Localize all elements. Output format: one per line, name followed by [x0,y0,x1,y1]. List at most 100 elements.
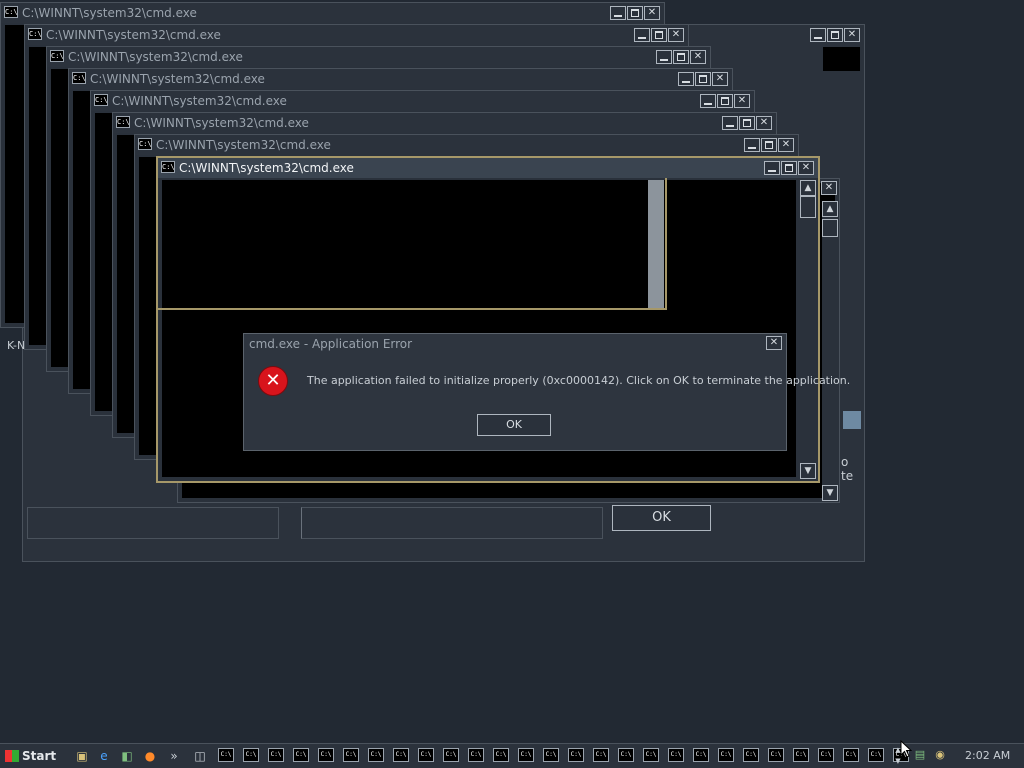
maximize-button[interactable] [717,94,733,108]
taskbar-cmd-button[interactable]: C:\ [843,748,859,762]
title-bar[interactable]: C:\ C:\WINNT\system32\cmd.exe ✕ [47,47,710,67]
minimize-button[interactable] [656,50,672,64]
taskbar-cmd-button[interactable]: C:\ [468,748,484,762]
close-icon[interactable]: ✕ [734,94,750,108]
close-icon[interactable]: ✕ [668,28,684,42]
internet-explorer-icon[interactable]: e [96,748,112,764]
maximize-button[interactable] [827,28,843,42]
taskbar-cmd-button[interactable]: C:\ [443,748,459,762]
network-icon[interactable]: ▤ [912,747,928,763]
taskbar-cmd-button[interactable]: C:\ [693,748,709,762]
ok-button[interactable]: OK [477,414,551,436]
taskbar-cmd-button[interactable]: C:\ [518,748,534,762]
scrollbar[interactable] [822,217,838,487]
close-icon[interactable]: ✕ [756,116,772,130]
close-icon[interactable]: ✕ [778,138,794,152]
taskbar-cmd-button[interactable]: C:\ [793,748,809,762]
taskbar-cmd-button[interactable]: C:\ [643,748,659,762]
taskbar-cmd-button[interactable]: C:\ [268,748,284,762]
scrollbar-thumb[interactable] [822,219,838,237]
minimize-button[interactable] [678,72,694,86]
taskbar-cmd-button[interactable]: C:\ [718,748,734,762]
inner-console-scrollbar[interactable] [648,180,664,310]
taskbar-cmd-button[interactable]: C:\ [668,748,684,762]
title-bar[interactable]: C:\ C:\WINNT\system32\cmd.exe ✕ [25,25,688,45]
scrollbar[interactable] [800,196,816,458]
taskbar-cmd-button[interactable]: C:\ [593,748,609,762]
taskbar-cmd-button[interactable]: C:\ [568,748,584,762]
taskbar-cmd-button[interactable]: C:\ [343,748,359,762]
close-icon[interactable]: ✕ [690,50,706,64]
maximize-button[interactable] [781,161,797,175]
firefox-icon[interactable]: ● [142,748,158,764]
taskbar-cmd-button[interactable]: C:\ [618,748,634,762]
maximize-button[interactable] [651,28,667,42]
quicklaunch-chevron[interactable]: » [166,748,182,764]
start-button[interactable]: Start [2,747,60,765]
title-bar[interactable]: C:\ C:\WINNT\system32\cmd.exe ✕ [1,3,664,23]
maximize-button[interactable] [673,50,689,64]
taskbar-cmd-button[interactable]: C:\ [768,748,784,762]
taskbar-cmd-button[interactable]: C:\ [743,748,759,762]
maximize-button[interactable] [739,116,755,130]
minimize-button[interactable] [764,161,780,175]
error-message: The application failed to initialize pro… [307,374,851,387]
taskbar-cmd-button[interactable]: C:\ [418,748,434,762]
back-ok-button[interactable]: OK [612,505,711,531]
taskbar-cmd-button[interactable]: C:\ [368,748,384,762]
cmd-icon: C:\ [4,6,18,18]
title-bar[interactable]: C:\ C:\WINNT\system32\cmd.exe ✕ [91,91,754,111]
taskbar: Start ▣ e ◧ ● » ◫ C:\ C:\ C:\ C:\ C:\ C:\ C:\ C… [0,743,1024,768]
close-icon[interactable]: ✕ [644,6,660,20]
tray-icon[interactable]: ◉ [932,747,948,763]
minimize-button[interactable] [722,116,738,130]
minimize-button[interactable] [634,28,650,42]
inner-console-border [158,308,666,310]
blue-bar [843,411,861,429]
title-bar[interactable]: C:\ C:\WINNT\system32\cmd.exe ✕ [69,69,732,89]
inner-console-border-v [665,178,667,310]
minimize-button[interactable] [610,6,626,20]
maximize-button[interactable] [695,72,711,86]
scroll-down-icon[interactable]: ▼ [800,463,816,479]
taskbar-cmd-button[interactable]: C:\ [318,748,334,762]
cmd-icon: C:\ [138,138,152,150]
scrollbar-thumb[interactable] [800,196,816,218]
window-title: C:\WINNT\system32\cmd.exe [68,50,243,64]
explorer-icon[interactable]: ◧ [119,748,135,764]
error-dialog: cmd.exe - Application Error ✕ ✕ The appl… [243,333,850,451]
maximize-button[interactable] [761,138,777,152]
app-icon[interactable]: ◫ [192,748,208,764]
taskbar-cmd-button[interactable]: C:\ [493,748,509,762]
mouse-cursor-icon [900,740,912,758]
window-title: C:\WINNT\system32\cmd.exe [156,138,331,152]
close-icon[interactable]: ✕ [766,336,782,350]
taskbar-cmd-button[interactable]: C:\ [543,748,559,762]
clipped-text: o te [841,455,854,483]
side-label: K-N [7,339,26,352]
minimize-button[interactable] [700,94,716,108]
scroll-up-icon[interactable]: ▲ [800,180,816,196]
minimize-button[interactable] [744,138,760,152]
taskbar-cmd-button[interactable]: C:\ [393,748,409,762]
taskbar-cmd-button[interactable]: C:\ [868,748,884,762]
close-icon[interactable]: ✕ [844,28,860,42]
title-bar[interactable]: C:\ C:\WINNT\system32\cmd.exe ✕ [158,158,818,178]
title-bar[interactable]: C:\ C:\WINNT\system32\cmd.exe ✕ [135,135,798,155]
taskbar-cmd-button[interactable]: C:\ [243,748,259,762]
dialog-title[interactable]: cmd.exe - Application Error [244,334,786,354]
title-bar[interactable]: C:\ C:\WINNT\system32\cmd.exe ✕ [113,113,776,133]
minimize-button[interactable] [810,28,826,42]
maximize-button[interactable] [627,6,643,20]
close-icon[interactable]: ✕ [798,161,814,175]
clock[interactable]: 2:02 AM [965,749,1010,762]
scroll-up-icon[interactable]: ▲ [822,201,838,217]
scroll-down-icon[interactable]: ▼ [822,485,838,501]
close-icon[interactable]: ✕ [712,72,728,86]
taskbar-cmd-button[interactable]: C:\ [818,748,834,762]
close-icon[interactable]: ✕ [821,181,837,195]
desktop-icon[interactable]: ▣ [74,748,90,764]
taskbar-cmd-button[interactable]: C:\ [218,748,234,762]
taskbar-cmd-button[interactable]: C:\ [293,748,309,762]
start-label: Start [22,749,57,763]
